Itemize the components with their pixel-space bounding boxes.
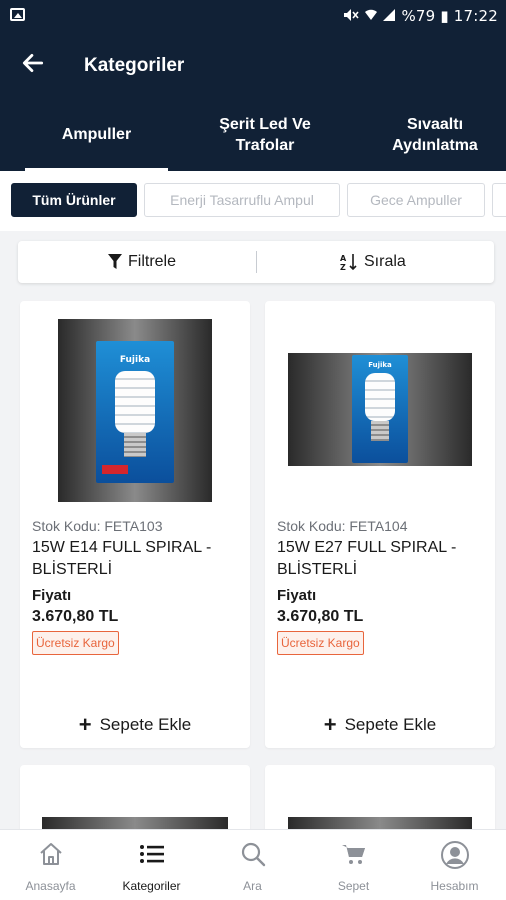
free-shipping-badge: Ücretsiz Kargo [32,631,119,655]
add-to-cart-button[interactable]: + Sepete Ekle [265,712,495,738]
nav-home[interactable]: Anasayfa [0,830,101,900]
status-bar-text: %79 ▮ 17:22 [401,7,498,25]
tab-label-line2: Aydınlatma [392,136,478,154]
page-title: Kategoriler [84,55,185,76]
product-image[interactable]: Fujika [288,353,472,466]
nav-label: Kategoriler [122,879,181,893]
price-label: Fiyatı [277,587,317,604]
tab-label: Ampuller [61,126,132,143]
nav-label: Anasayfa [25,879,76,893]
brand-logo: Fujika [368,361,392,369]
nav-categories[interactable]: Kategoriler [101,830,202,900]
status-bar-right: %79 ▮ 17:22 [343,7,498,25]
nav-label: Hesabım [430,879,479,893]
package-tag [102,465,128,474]
product-package: Fujika [96,341,174,483]
product-price: 3.670,80 TL [32,608,119,625]
mute-icon [343,9,359,21]
nav-label: Ara [243,879,262,893]
cart-icon [341,845,365,864]
filter-label: Filtrele [128,253,177,270]
wifi-icon [364,9,377,20]
product-name[interactable]: 15W E14 FULL SPIRAL - BLİSTERLİ [32,537,238,581]
tab-label: Şerit Led Ve Trafolar [219,114,311,156]
product-image[interactable]: Fujika [58,319,212,502]
back-arrow-icon[interactable] [20,50,46,76]
product-card[interactable]: Fujika Stok Kodu: FETA104 15W E27 FULL S… [265,301,495,748]
tab-label-line2: Trafolar [235,136,295,154]
chip-tum-urunler[interactable]: Tüm Ürünler [11,183,137,217]
bulb-base [371,421,389,441]
tab-label-line1: Sıvaaltı [406,115,464,133]
plus-icon: + [323,712,337,737]
bulb-base [124,433,146,457]
nav-label: Sepet [337,879,370,893]
add-to-cart-button[interactable]: + Sepete Ekle [20,712,250,738]
plus-icon: + [78,712,92,737]
search-icon [241,842,265,867]
bulb-spiral [365,373,395,421]
signal-icon [383,9,396,21]
sort-icon: AZ [340,254,357,271]
add-to-cart-label: Sepete Ekle [344,715,437,734]
stock-code: Stok Kodu: FETA104 [277,518,408,534]
tab-sivaalti[interactable]: Sıvaaltı Aydınlatma [365,98,505,171]
price-label: Fiyatı [32,587,72,604]
sort-label: Sırala [364,253,406,270]
nav-search[interactable]: Ara [202,830,303,900]
list-icon [139,845,164,863]
filter-sort-bar: Filtrele AZ Sırala [18,241,494,283]
home-icon [39,843,62,865]
bulb-spiral [115,371,155,433]
nav-account[interactable]: Hesabım [404,830,505,900]
status-bar: %79 ▮ 17:22 [0,0,506,32]
tab-serit-led[interactable]: Şerit Led Ve Trafolar [190,98,340,171]
svg-text:Z: Z [340,263,346,271]
add-to-cart-label: Sepete Ekle [99,715,192,734]
tab-label: Sıvaaltı Aydınlatma [392,114,478,156]
chip-more[interactable] [492,183,506,217]
tab-ampuller[interactable]: Ampuller [25,98,168,171]
subcategory-chips: Tüm Ürünler Enerji Tasarruflu Ampul Gece… [0,171,506,231]
stock-code: Stok Kodu: FETA103 [32,518,163,534]
nav-cart[interactable]: Sepet [303,830,404,900]
category-tabs: Ampuller Şerit Led Ve Trafolar Sıvaaltı … [0,98,506,171]
brand-logo: Fujika [119,355,151,365]
toolbar-divider [256,251,257,273]
free-shipping-badge: Ücretsiz Kargo [277,631,364,655]
chip-gece-ampuller[interactable]: Gece Ampuller [347,183,485,217]
image-notification-icon [10,8,25,21]
tab-label-line1: Şerit Led Ve [219,115,311,133]
sort-button[interactable]: AZ Sırala [340,241,406,283]
product-name[interactable]: 15W E27 FULL SPIRAL - BLİSTERLİ [277,537,483,581]
svg-text:A: A [340,254,347,263]
product-package: Fujika [352,355,408,463]
product-card[interactable]: Fujika Stok Kodu: FETA103 15W E14 FULL S… [20,301,250,748]
app-bar: Kategoriler [0,32,506,98]
account-icon [440,841,469,869]
chip-enerji-tasarruflu[interactable]: Enerji Tasarruflu Ampul [144,183,340,217]
bottom-navigation: Anasayfa Kategoriler Ara Sepet Hesabım [0,829,506,900]
filter-button[interactable]: Filtrele [108,241,176,283]
filter-icon [108,254,122,269]
product-price: 3.670,80 TL [277,608,364,625]
